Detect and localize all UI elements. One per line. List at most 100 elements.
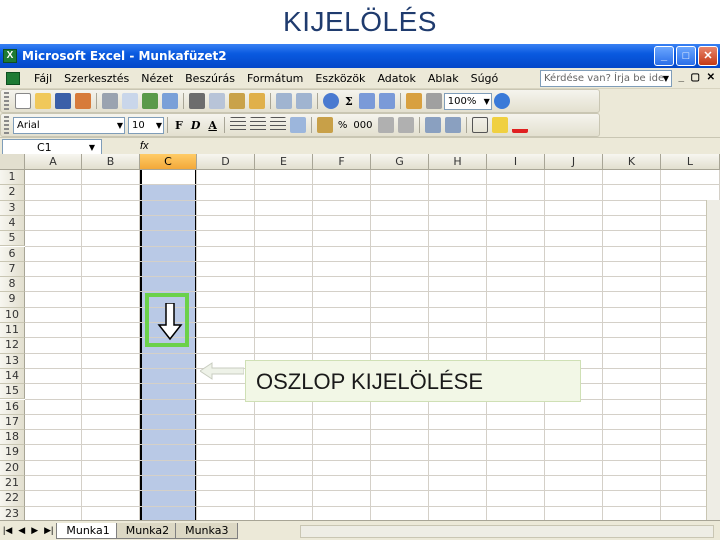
redo-icon[interactable] bbox=[296, 93, 312, 109]
row-header-2[interactable]: 2 bbox=[0, 185, 25, 201]
sheet-tab-munka1[interactable]: Munka1 bbox=[56, 522, 120, 539]
align-left-icon[interactable] bbox=[229, 117, 246, 133]
row-header-15[interactable]: 15 bbox=[0, 384, 25, 400]
sort-descending-icon[interactable] bbox=[378, 93, 395, 109]
chart-wizard-icon[interactable] bbox=[405, 93, 422, 109]
column-header-e[interactable]: E bbox=[255, 154, 313, 170]
row-header-7[interactable]: 7 bbox=[0, 261, 25, 278]
undo-icon[interactable] bbox=[276, 93, 292, 109]
menu-tools[interactable]: Eszközök bbox=[309, 72, 371, 85]
toolbar-grip[interactable] bbox=[4, 92, 9, 110]
open-icon[interactable] bbox=[35, 93, 51, 109]
workbook-icon[interactable] bbox=[6, 71, 20, 85]
next-sheet-icon[interactable]: ▶ bbox=[31, 525, 38, 536]
menu-insert[interactable]: Beszúrás bbox=[179, 72, 241, 85]
column-header-l[interactable]: L bbox=[661, 154, 720, 170]
row-header-17[interactable]: 17 bbox=[0, 414, 25, 431]
row-header-19[interactable]: 19 bbox=[0, 445, 25, 461]
row-header-8[interactable]: 8 bbox=[0, 277, 25, 293]
zoom-select[interactable]: 100% ▼ bbox=[443, 92, 492, 110]
copy-icon[interactable] bbox=[209, 93, 225, 109]
menu-edit[interactable]: Szerkesztés bbox=[58, 72, 135, 85]
menu-file[interactable]: Fájl bbox=[28, 72, 58, 85]
vertical-scrollbar[interactable] bbox=[706, 200, 720, 540]
maximize-button[interactable]: □ bbox=[676, 46, 696, 66]
fill-color-icon[interactable] bbox=[491, 117, 508, 133]
save-icon[interactable] bbox=[55, 93, 71, 109]
column-header-g[interactable]: G bbox=[371, 154, 429, 170]
row-header-23[interactable]: 23 bbox=[0, 506, 25, 520]
row-header-20[interactable]: 20 bbox=[0, 460, 25, 476]
percent-button[interactable]: % bbox=[338, 120, 348, 131]
function-icon[interactable]: fx bbox=[140, 140, 149, 152]
spelling-icon[interactable] bbox=[142, 93, 158, 109]
help-icon[interactable] bbox=[493, 93, 510, 109]
menu-view[interactable]: Nézet bbox=[135, 72, 179, 85]
align-center-icon[interactable] bbox=[249, 117, 266, 133]
worksheet-grid[interactable]: ABCDEFGHIJKL 1 2 3 4 5 6 7 8 9 10 11 12 13 14 15 16 17 18… bbox=[0, 154, 720, 520]
row-header-21[interactable]: 21 bbox=[0, 476, 25, 492]
column-header-i[interactable]: I bbox=[487, 154, 545, 170]
research-icon[interactable] bbox=[162, 93, 178, 109]
menu-window[interactable]: Ablak bbox=[422, 72, 465, 85]
minimize-button[interactable]: _ bbox=[654, 46, 674, 66]
print-icon[interactable] bbox=[102, 93, 118, 109]
sheet-tab-munka2[interactable]: Munka2 bbox=[115, 522, 180, 539]
last-sheet-icon[interactable]: ▶| bbox=[44, 525, 53, 536]
first-sheet-icon[interactable]: |◀ bbox=[3, 525, 12, 536]
chevron-down-icon[interactable]: ▼ bbox=[117, 118, 123, 133]
row-header-9[interactable]: 9 bbox=[0, 292, 25, 308]
doc-minimize-icon[interactable]: _ bbox=[678, 72, 684, 83]
select-all-corner[interactable] bbox=[0, 154, 25, 170]
menu-data[interactable]: Adatok bbox=[371, 72, 421, 85]
align-right-icon[interactable] bbox=[269, 117, 286, 133]
print-preview-icon[interactable] bbox=[122, 93, 138, 109]
active-cell[interactable] bbox=[142, 170, 195, 184]
row-header-14[interactable]: 14 bbox=[0, 368, 25, 385]
column-header-a[interactable]: A bbox=[25, 154, 82, 170]
horizontal-scrollbar[interactable] bbox=[300, 525, 714, 538]
decrease-decimal-icon[interactable] bbox=[397, 117, 414, 133]
row-header-1[interactable]: 1 bbox=[0, 170, 25, 186]
row-header-12[interactable]: 12 bbox=[0, 338, 25, 354]
drawing-icon[interactable] bbox=[425, 93, 442, 109]
column-header-f[interactable]: F bbox=[313, 154, 371, 170]
help-question-input[interactable]: Kérdése van? Írja be ide. ▼ bbox=[540, 70, 672, 87]
chevron-down-icon[interactable]: ▼ bbox=[484, 94, 490, 109]
doc-restore-icon[interactable]: ▢ bbox=[691, 72, 700, 83]
sheet-tab-munka3[interactable]: Munka3 bbox=[175, 522, 239, 539]
prev-sheet-icon[interactable]: ◀ bbox=[18, 525, 25, 536]
row-header-5[interactable]: 5 bbox=[0, 231, 25, 247]
column-header-h[interactable]: H bbox=[429, 154, 487, 170]
underline-button[interactable]: A bbox=[208, 119, 217, 132]
merge-center-icon[interactable] bbox=[289, 117, 306, 133]
close-button[interactable]: ✕ bbox=[698, 46, 718, 66]
chevron-down-icon[interactable]: ▼ bbox=[663, 71, 669, 86]
font-size-select[interactable]: 10 ▼ bbox=[128, 116, 164, 134]
increase-indent-icon[interactable] bbox=[444, 117, 461, 133]
chevron-down-icon[interactable]: ▼ bbox=[156, 118, 162, 133]
increase-decimal-icon[interactable] bbox=[377, 117, 394, 133]
currency-icon[interactable] bbox=[316, 117, 333, 133]
row-header-18[interactable]: 18 bbox=[0, 430, 25, 446]
paste-icon[interactable] bbox=[229, 93, 245, 109]
bold-button[interactable]: F bbox=[175, 119, 183, 132]
font-color-icon[interactable] bbox=[511, 117, 528, 133]
column-header-k[interactable]: K bbox=[603, 154, 661, 170]
column-header-b[interactable]: B bbox=[82, 154, 140, 170]
autosum-icon[interactable]: Σ bbox=[345, 95, 353, 108]
cut-icon[interactable] bbox=[189, 93, 205, 109]
italic-button[interactable]: D bbox=[191, 119, 201, 132]
permission-icon[interactable] bbox=[75, 93, 91, 109]
toolbar-grip[interactable] bbox=[4, 116, 9, 134]
decrease-indent-icon[interactable] bbox=[424, 117, 441, 133]
column-header-j[interactable]: J bbox=[545, 154, 603, 170]
row-header-10[interactable]: 10 bbox=[0, 307, 25, 323]
row-header-13[interactable]: 13 bbox=[0, 353, 25, 369]
row-header-4[interactable]: 4 bbox=[0, 215, 25, 232]
row-header-16[interactable]: 16 bbox=[0, 399, 25, 415]
new-icon[interactable] bbox=[15, 93, 31, 109]
sort-ascending-icon[interactable] bbox=[358, 93, 375, 109]
row-header-22[interactable]: 22 bbox=[0, 491, 25, 507]
row-header-3[interactable]: 3 bbox=[0, 200, 25, 216]
